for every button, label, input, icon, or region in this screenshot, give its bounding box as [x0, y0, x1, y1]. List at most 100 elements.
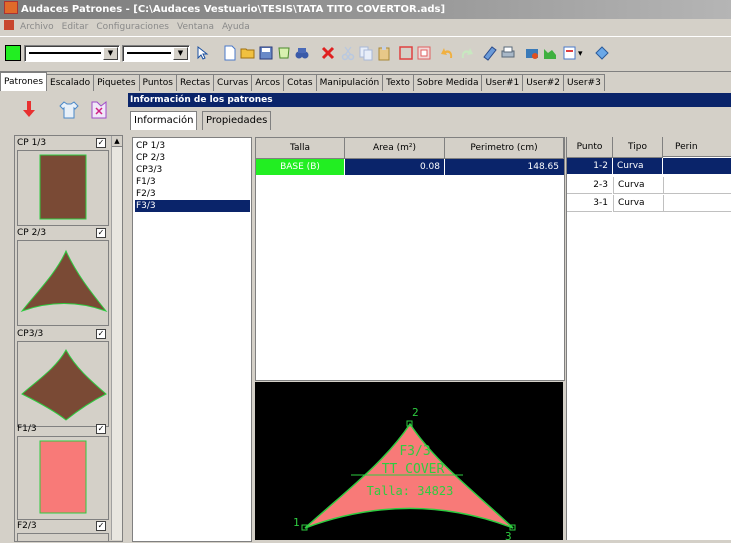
menu-archivo[interactable]: Archivo — [16, 19, 58, 36]
point-cell[interactable]: 2-3 — [567, 177, 612, 194]
column-header[interactable]: Perimetro (cm) — [445, 138, 564, 159]
tab-user1[interactable]: User#1 — [481, 74, 524, 91]
column-header[interactable]: Talla — [256, 138, 345, 159]
layout-dropdown-icon[interactable]: ▾ — [562, 45, 584, 61]
arrow-down-icon[interactable] — [22, 100, 36, 118]
menu-bar: Archivo Editar Configuraciones Ventana Ayuda — [0, 19, 731, 36]
binoculars-icon[interactable] — [294, 45, 310, 61]
chart-icon[interactable] — [542, 45, 558, 61]
redo-icon[interactable] — [458, 45, 474, 61]
tab-propiedades[interactable]: Propiedades — [202, 111, 272, 130]
list-item[interactable]: F2/3 — [135, 188, 250, 200]
thumb-checkbox[interactable]: ✓ — [96, 329, 106, 339]
pattern-icon[interactable] — [276, 45, 292, 61]
thumb-shape — [39, 440, 87, 514]
frame-icon[interactable] — [416, 45, 432, 61]
column-header[interactable]: Tipo — [613, 137, 663, 158]
pattern-drawing: 1 2 3 F3/3 TT COVER Talla: 34823 — [293, 406, 516, 543]
pattern-cut-icon[interactable] — [88, 100, 110, 120]
thumbnail-scrollbar[interactable]: ▲ — [111, 136, 122, 540]
print-icon[interactable] — [500, 45, 516, 61]
perimeter-cell[interactable] — [663, 177, 731, 194]
chevron-down-icon[interactable]: ▼ — [103, 47, 118, 60]
pointer-icon[interactable] — [194, 45, 210, 61]
menu-configuraciones[interactable]: Configuraciones — [92, 19, 173, 36]
tab-user3[interactable]: User#3 — [563, 74, 605, 91]
new-file-icon[interactable] — [222, 45, 238, 61]
list-item[interactable]: CP 1/3 — [135, 140, 250, 152]
list-item[interactable]: CP 2/3 — [135, 152, 250, 164]
line-style-select[interactable]: ▼ — [24, 45, 120, 62]
column-header[interactable]: Perin — [663, 137, 731, 157]
cut-icon[interactable] — [340, 45, 356, 61]
thumb-checkbox[interactable]: ✓ — [96, 138, 106, 148]
app-icon — [4, 1, 18, 14]
tab-curvas[interactable]: Curvas — [213, 74, 253, 91]
point-cell[interactable]: 1-2 — [567, 158, 612, 174]
point-label: 3 — [505, 530, 512, 540]
save-icon[interactable] — [258, 45, 274, 61]
thumb-header: CP 1/3 ✓ — [17, 138, 106, 148]
thumb-f2[interactable] — [17, 533, 109, 541]
paste-icon[interactable] — [376, 45, 392, 61]
menu-editar[interactable]: Editar — [58, 19, 93, 36]
tab-cotas[interactable]: Cotas — [283, 74, 317, 91]
color-swatch[interactable] — [5, 45, 21, 61]
settings-icon[interactable] — [594, 45, 610, 61]
shirt-icon[interactable] — [58, 100, 80, 120]
chevron-down-icon[interactable]: ▼ — [173, 47, 188, 60]
perimeter-cell[interactable] — [663, 195, 731, 212]
tab-informacion[interactable]: Información — [130, 111, 198, 130]
perimeter-cell[interactable]: 148.65 — [445, 159, 564, 175]
thumb-header: F1/3 ✓ — [17, 424, 106, 434]
perimeter-cell[interactable] — [663, 158, 731, 174]
type-cell[interactable]: Curva — [613, 195, 663, 212]
tab-escalado[interactable]: Escalado — [46, 74, 95, 91]
thumb-header: F2/3 ✓ — [17, 521, 106, 531]
thumb-f1[interactable] — [17, 436, 109, 520]
pattern-list: CP 1/3 CP 2/3 CP3/3 F1/3 F2/3 F3/3 — [132, 137, 252, 542]
tab-rectas[interactable]: Rectas — [175, 74, 215, 91]
thumb-checkbox[interactable]: ✓ — [96, 521, 106, 531]
list-item[interactable]: F1/3 — [135, 176, 250, 188]
menu-logo-icon — [4, 20, 14, 30]
line-width-select[interactable]: ▼ — [122, 45, 190, 62]
svg-text:▾: ▾ — [578, 49, 583, 59]
undo-icon[interactable] — [440, 45, 456, 61]
delete-icon[interactable] — [320, 45, 336, 61]
scroll-up-icon[interactable]: ▲ — [112, 136, 122, 147]
pattern-preview[interactable]: 1 2 3 F3/3 TT COVER Talla: 34823 — [255, 382, 563, 543]
edit-pattern-icon[interactable] — [482, 45, 498, 61]
tab-user2[interactable]: User#2 — [522, 74, 565, 91]
column-header[interactable]: Punto — [567, 137, 613, 158]
tab-piquetes[interactable]: Piquetes — [93, 74, 140, 91]
menu-ayuda[interactable]: Ayuda — [218, 19, 254, 36]
thumb-header: CP 2/3 ✓ — [17, 228, 106, 238]
points-table: Punto Tipo Perin 1-2 Curva 2-3 Curva 3-1… — [566, 137, 731, 540]
rectangle-select-icon[interactable] — [398, 45, 414, 61]
plotter-icon[interactable] — [524, 45, 540, 61]
thumb-checkbox[interactable]: ✓ — [96, 228, 106, 238]
tab-patrones[interactable]: Patrones — [0, 72, 48, 91]
tab-puntos[interactable]: Puntos — [138, 74, 177, 91]
tab-manipulacion[interactable]: Manipulación — [315, 74, 384, 91]
thumb-cp2[interactable] — [17, 240, 109, 326]
tab-sobre-medida[interactable]: Sobre Medida — [412, 74, 483, 91]
open-folder-icon[interactable] — [240, 45, 256, 61]
tab-texto[interactable]: Texto — [382, 74, 414, 91]
window-title: Audaces Patrones - [C:\Audaces Vestuario… — [21, 4, 446, 15]
area-cell[interactable]: 0.08 — [345, 159, 444, 175]
menu-ventana[interactable]: Ventana — [173, 19, 218, 36]
list-item[interactable]: CP3/3 — [135, 164, 250, 176]
thumb-cp3[interactable] — [17, 341, 109, 427]
thumb-checkbox[interactable]: ✓ — [96, 424, 106, 434]
point-cell[interactable]: 3-1 — [567, 195, 612, 212]
tab-arcos[interactable]: Arcos — [251, 74, 285, 91]
column-header[interactable]: Area (m²) — [345, 138, 445, 159]
type-cell[interactable]: Curva — [613, 177, 663, 194]
thumb-cp1[interactable] — [17, 150, 109, 226]
type-cell[interactable]: Curva — [613, 158, 662, 174]
copy-icon[interactable] — [358, 45, 374, 61]
list-item-selected[interactable]: F3/3 — [135, 200, 250, 212]
size-cell[interactable]: BASE (B) — [256, 159, 344, 175]
